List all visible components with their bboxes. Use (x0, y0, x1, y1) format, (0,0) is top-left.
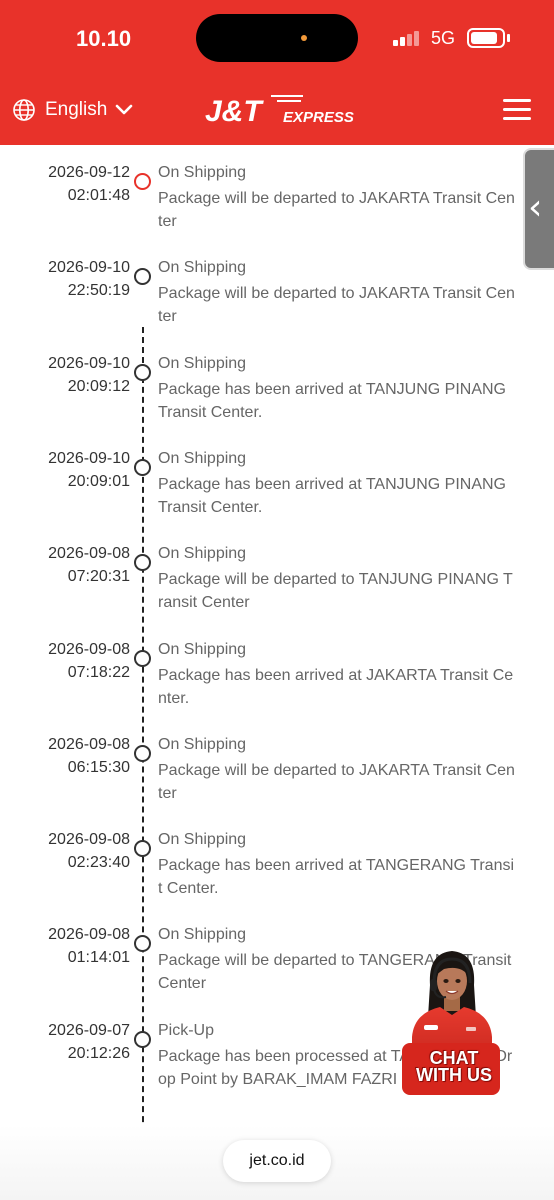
tracking-entry: 2026-09-08 07:18:22 On Shipping Package has… (0, 629, 554, 724)
entry-date: 2026-09-08 (48, 831, 130, 849)
entry-date: 2026-09-10 (48, 449, 130, 467)
entry-date: 2026-09-08 (48, 640, 130, 658)
entry-description: Package will be departed to JAKARTA Tran… (158, 285, 515, 326)
entry-status: On Shipping (158, 545, 247, 563)
entry-date: 2026-09-08 (48, 735, 130, 753)
entry-description: Package will be departed to JAKARTA Tran… (158, 190, 515, 230)
entry-time: 20:09:12 (67, 377, 130, 395)
entry-description: Package will be departed to TANJUNG PINA… (158, 571, 513, 612)
entry-time: 06:15:30 (67, 758, 130, 776)
entry-date: 2026-09-07 (48, 1021, 130, 1039)
entry-status: On Shipping (158, 831, 247, 849)
entry-status: On Shipping (158, 640, 247, 658)
entry-date: 2026-09-12 (48, 164, 130, 181)
camera-indicator-icon (301, 35, 307, 41)
entry-time: 22:50:19 (67, 282, 130, 300)
url-bar[interactable]: jet.co.id (223, 1140, 331, 1182)
tracking-entry: 2026-09-10 20:09:12 On Shipping Package has… (0, 343, 554, 438)
language-selector[interactable]: English (12, 98, 133, 122)
tracking-entry: 2026-09-08 07:20:31 On Shipping Package wil… (0, 533, 554, 628)
app-header: 10.10 5G English J&T EXPRESS (0, 0, 554, 145)
status-time: 10.10 (76, 26, 132, 51)
timeline-dot-icon (134, 268, 151, 286)
entry-status: On Shipping (158, 354, 247, 372)
dynamic-island (196, 14, 358, 62)
timeline-dot-icon (134, 935, 151, 953)
entry-time: 07:18:22 (67, 663, 130, 681)
entry-description: Package will be departed to JAKARTA Tran… (158, 761, 515, 802)
timeline-dot-icon (134, 649, 151, 667)
entry-date: 2026-09-08 (48, 545, 130, 563)
entry-time: 20:12:26 (67, 1044, 130, 1062)
logo-mark: J&T (205, 95, 264, 128)
entry-status: On Shipping (158, 926, 247, 944)
entry-time: 02:01:48 (67, 187, 130, 204)
globe-icon (13, 99, 35, 121)
battery-cap (507, 34, 510, 42)
entry-status: Pick-Up (158, 1021, 215, 1039)
network-type: 5G (431, 28, 456, 48)
side-drawer-tab[interactable]: ‹ (523, 148, 554, 270)
entry-status: On Shipping (158, 164, 247, 181)
entry-description: Package has been arrived at TANJUNG PINA… (158, 380, 506, 421)
signal-strength-icon (393, 30, 421, 46)
entry-time: 02:23:40 (67, 854, 130, 872)
logo-subtext: EXPRESS (283, 109, 354, 126)
timeline-dot-icon (134, 744, 151, 762)
entry-status: On Shipping (158, 259, 247, 277)
entry-date: 2026-09-10 (48, 354, 130, 372)
chat-label: CHAT WITH US (416, 1048, 492, 1085)
entry-date: 2026-09-10 (48, 259, 130, 277)
entry-time: 20:09:01 (67, 472, 130, 490)
hamburger-menu-icon[interactable] (503, 99, 531, 121)
current-status-dot-icon (134, 173, 151, 190)
tracking-entry: 2026-09-08 02:23:40 On Shipping Package has… (0, 819, 554, 914)
entry-time: 01:14:01 (67, 949, 130, 967)
entry-status: On Shipping (158, 449, 247, 467)
entry-date: 2026-09-08 (48, 926, 130, 944)
timeline-dot-icon (134, 458, 151, 476)
entry-description: Package has been arrived at JAKARTA Tran… (158, 666, 514, 707)
chevron-down-icon (116, 104, 133, 115)
chat-with-us-button[interactable]: CHAT WITH US (400, 945, 500, 1100)
tracking-entry: 2026-09-10 20:09:01 On Shipping Package has… (0, 438, 554, 533)
tracking-entry: 2026-09-08 06:15:30 On Shipping Package wil… (0, 724, 554, 819)
tracking-entry: 2026-09-12 02:01:48 On Shipping Package wil… (0, 152, 554, 247)
tracking-entry: 2026-09-10 22:50:19 On Shipping Package wil… (0, 247, 554, 342)
entry-description: Package has been arrived at TANGERANG Tr… (158, 857, 515, 898)
timeline-dot-icon (134, 840, 151, 858)
jt-express-logo[interactable]: J&T EXPRESS (205, 90, 355, 130)
entry-time: 07:20:31 (67, 568, 130, 586)
entry-status: On Shipping (158, 735, 247, 753)
timeline-dot-icon (134, 363, 151, 381)
entry-description: Package has been arrived at TANJUNG PINA… (158, 475, 506, 516)
chevron-left-icon: ‹ (528, 187, 543, 228)
battery-icon (467, 28, 505, 48)
timeline-dot-icon (134, 1030, 151, 1048)
timeline-dot-icon (134, 554, 151, 572)
language-label: English (45, 99, 108, 120)
